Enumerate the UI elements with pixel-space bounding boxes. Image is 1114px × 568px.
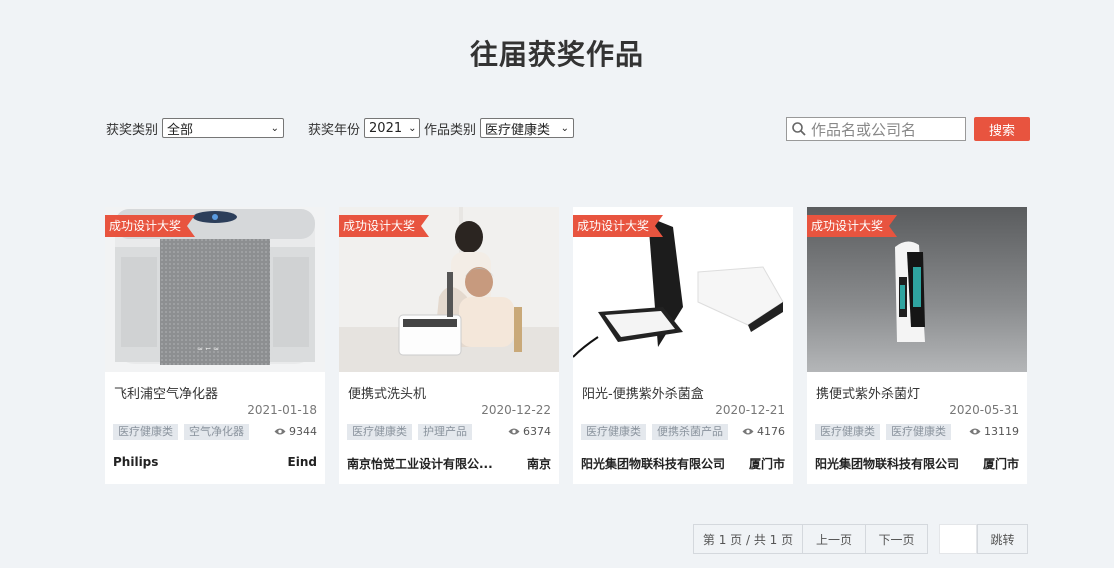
filter-bar: 获奖类别 全部 ⌄ 获奖年份 2021 ⌄ 作品类别 医疗健康类 ⌄ — [106, 117, 575, 139]
search-placeholder: 作品名或公司名 — [811, 120, 917, 139]
product-card[interactable]: 成功设计大奖 携便式紫外杀菌灯 2020-05-31 医疗健康类 医疗健康类 1… — [807, 207, 1027, 484]
product-card[interactable]: 成功设计大奖 阳光-便携紫外杀菌盒 2020-12-21 医疗健康类 便携杀菌产… — [573, 207, 793, 484]
company-city: 南京 — [526, 457, 551, 471]
award-ribbon: 成功设计大奖 — [339, 215, 429, 237]
company-city: 厦门市 — [748, 457, 785, 471]
award-year-select[interactable]: 2021 ⌄ — [364, 118, 421, 138]
company-name: 南京怡觉工业设计有限公... — [347, 457, 493, 471]
award-ribbon: 成功设计大奖 — [105, 215, 195, 237]
jump-button[interactable]: 跳转 — [977, 524, 1028, 554]
page-info: 第 1 页 / 共 1 页 — [693, 524, 803, 554]
tag[interactable]: 空气净化器 — [184, 424, 249, 440]
tag[interactable]: 护理产品 — [418, 424, 472, 440]
award-type-label: 获奖类别 — [106, 122, 159, 138]
company-name: 阳光集团物联科技有限公司 — [815, 457, 960, 471]
view-count: 13119 — [969, 425, 1019, 438]
card-date: 2020-05-31 — [949, 403, 1019, 417]
eye-icon — [508, 428, 520, 435]
award-ribbon: 成功设计大奖 — [573, 215, 663, 237]
card-title[interactable]: 飞利浦空气净化器 — [114, 383, 218, 402]
card-date: 2021-01-18 — [247, 403, 317, 417]
svg-text:≈ ⌐ ≈: ≈ ⌐ ≈ — [197, 345, 219, 353]
tag[interactable]: 便携杀菌产品 — [652, 424, 728, 440]
tag-list: 医疗健康类 医疗健康类 — [815, 424, 957, 440]
work-category-select[interactable]: 医疗健康类 ⌄ — [480, 118, 575, 138]
chevron-down-icon: ⌄ — [408, 122, 417, 134]
view-count: 9344 — [274, 425, 317, 438]
card-title[interactable]: 便携式洗头机 — [348, 383, 426, 402]
tag[interactable]: 医疗健康类 — [815, 424, 880, 440]
card-date: 2020-12-21 — [715, 403, 785, 417]
page-jump-input[interactable] — [939, 524, 977, 554]
search-button[interactable]: 搜索 — [974, 117, 1030, 141]
work-category-label: 作品类别 — [424, 122, 477, 138]
card-title[interactable]: 阳光-便携紫外杀菌盒 — [582, 383, 704, 402]
tag-list: 医疗健康类 护理产品 — [347, 424, 478, 440]
eye-icon — [274, 428, 286, 435]
next-page-button[interactable]: 下一页 — [866, 524, 928, 554]
eye-icon — [969, 428, 981, 435]
award-ribbon: 成功设计大奖 — [807, 215, 897, 237]
product-card[interactable]: 成功设计大奖 便携式洗头机 2020-12-22 医疗健康类 护理产品 6374… — [339, 207, 559, 484]
company-name: 阳光集团物联科技有限公司 — [581, 457, 726, 471]
chevron-down-icon: ⌄ — [560, 122, 570, 134]
view-count: 4176 — [742, 425, 785, 438]
search-icon — [791, 121, 807, 137]
tag[interactable]: 医疗健康类 — [347, 424, 412, 440]
search-input[interactable]: 作品名或公司名 — [786, 117, 966, 141]
view-count: 6374 — [508, 425, 551, 438]
card-date: 2020-12-22 — [481, 403, 551, 417]
tag[interactable]: 医疗健康类 — [581, 424, 646, 440]
chevron-down-icon: ⌄ — [270, 122, 280, 134]
prev-page-button[interactable]: 上一页 — [803, 524, 866, 554]
company-city: 厦门市 — [982, 457, 1019, 471]
tag-list: 医疗健康类 空气净化器 — [113, 424, 255, 440]
award-type-select[interactable]: 全部 ⌄ — [162, 118, 285, 138]
tag[interactable]: 医疗健康类 — [886, 424, 951, 440]
tag-list: 医疗健康类 便携杀菌产品 — [581, 424, 734, 440]
award-year-label: 获奖年份 — [308, 122, 361, 138]
company-name: Philips — [113, 455, 159, 469]
eye-icon — [742, 428, 754, 435]
tag[interactable]: 医疗健康类 — [113, 424, 178, 440]
card-title[interactable]: 携便式紫外杀菌灯 — [816, 383, 920, 402]
page-title: 往届获奖作品 — [469, 38, 644, 71]
company-city: Eind — [287, 455, 317, 469]
product-card[interactable]: ≈ ⌐ ≈ 成功设计大奖 飞利浦空气净化器 2021-01-18 医疗健康类 空… — [105, 207, 325, 484]
